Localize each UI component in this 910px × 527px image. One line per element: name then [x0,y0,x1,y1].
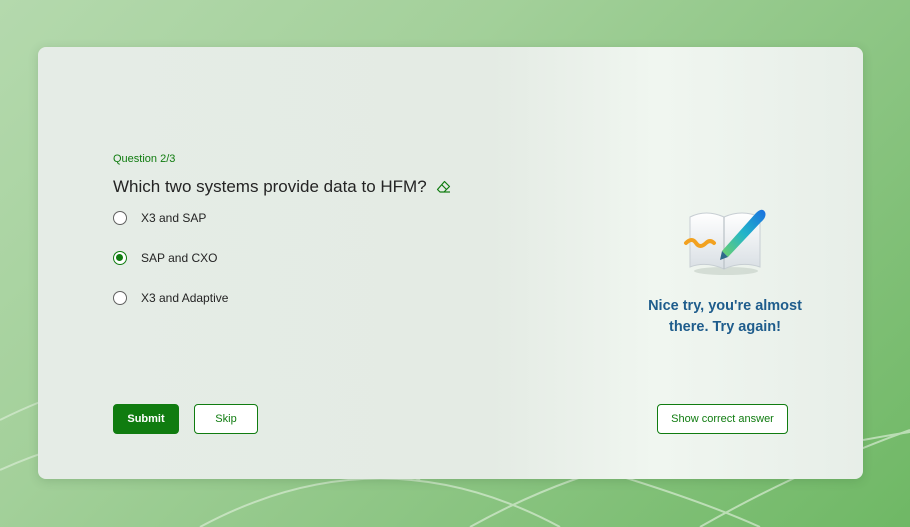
answer-option-label: X3 and SAP [141,211,207,225]
radio-button-3[interactable] [113,291,127,305]
skip-button[interactable]: Skip [194,404,258,434]
question-title: Which two systems provide data to HFM? [113,175,451,199]
answer-option-1[interactable]: X3 and SAP [113,211,206,225]
show-correct-answer-button[interactable]: Show correct answer [657,404,788,434]
answer-option-label: X3 and Adaptive [141,291,229,305]
answer-option-2[interactable]: SAP and CXO [113,251,218,265]
book-pen-icon [682,203,768,282]
answer-option-3[interactable]: X3 and Adaptive [113,291,228,305]
answer-option-label: SAP and CXO [141,251,218,265]
feedback-message: Nice try, you're almost there. Try again… [648,298,802,335]
radio-button-2-selected[interactable] [113,251,127,265]
question-number: Question 2/3 [113,153,176,165]
eraser-icon[interactable] [436,179,451,199]
submit-button[interactable]: Submit [113,404,179,434]
question-text: Which two systems provide data to HFM? [113,177,427,196]
radio-button-1[interactable] [113,211,127,225]
